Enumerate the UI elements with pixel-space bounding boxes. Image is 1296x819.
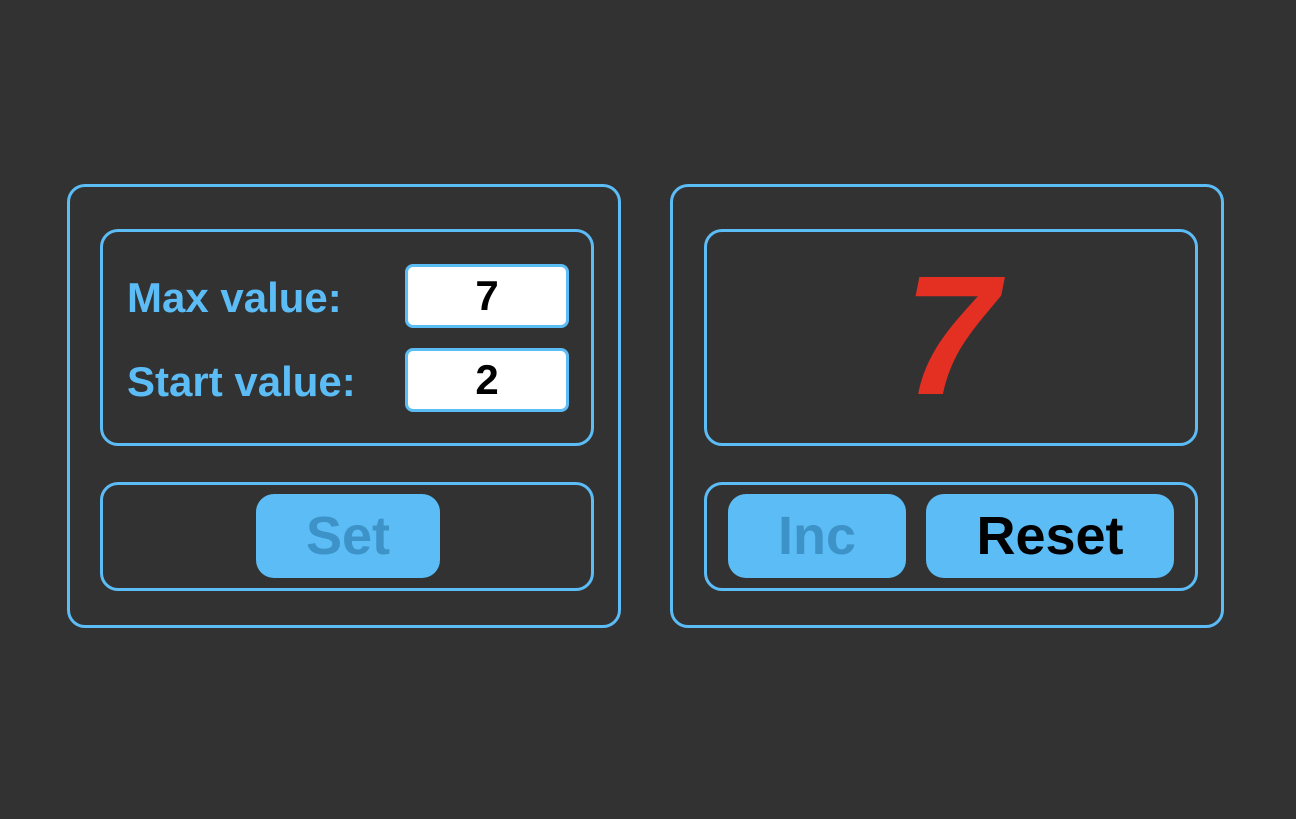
settings-panel: Max value: Start value: Set xyxy=(67,184,621,628)
counter-value: 7 xyxy=(903,241,999,431)
counter-display-box: 7 xyxy=(704,229,1198,446)
counter-actions-box: Inc Reset xyxy=(704,482,1198,591)
settings-actions-box: Set xyxy=(100,482,594,591)
inc-button[interactable]: Inc xyxy=(728,494,906,578)
start-value-label: Start value: xyxy=(127,358,356,405)
counter-panel: 7 Inc Reset xyxy=(670,184,1224,628)
start-value-input[interactable] xyxy=(405,348,569,412)
max-value-input[interactable] xyxy=(405,264,569,328)
reset-button[interactable]: Reset xyxy=(926,494,1174,578)
set-button[interactable]: Set xyxy=(256,494,440,578)
max-value-label: Max value: xyxy=(127,274,342,321)
settings-inputs-box: Max value: Start value: xyxy=(100,229,594,446)
